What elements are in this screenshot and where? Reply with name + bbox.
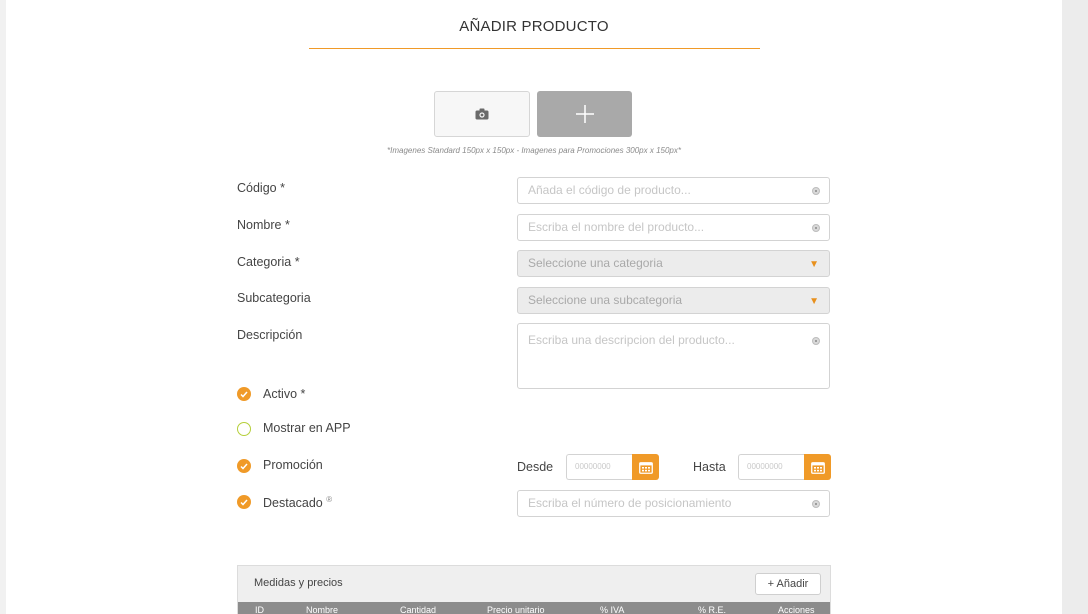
required-marker: * (284, 218, 290, 232)
clear-icon[interactable] (812, 499, 820, 508)
posicionamiento-input[interactable]: Escriba el número de posicionamiento (517, 490, 830, 517)
column-header-nombre[interactable]: Nombre (306, 605, 338, 614)
codigo-label-text: Código (237, 181, 277, 195)
descripcion-textarea[interactable]: Escriba una descripcion del producto... (517, 323, 830, 389)
destacado-label-text: Destacado (263, 496, 323, 511)
title-underline (309, 48, 760, 49)
desde-label: Desde (517, 460, 554, 474)
mostrar-app-checkbox[interactable] (237, 422, 251, 436)
column-header-id[interactable]: ID (255, 605, 264, 614)
page-scrollbar-area (1062, 0, 1088, 614)
subcategoria-label: Subcategoria (237, 291, 311, 305)
promocion-label: Promoción (263, 458, 323, 472)
categoria-label-text: Categoria (237, 255, 292, 269)
descripcion-label: Descripción (237, 328, 303, 342)
desde-date-input[interactable]: 00000000 (566, 454, 633, 480)
column-header-acciones[interactable]: Acciones (778, 605, 815, 614)
categoria-placeholder: Seleccione una categoria (528, 256, 663, 270)
promocion-checkbox[interactable] (237, 459, 251, 473)
column-header-re[interactable]: % R.E. (698, 605, 726, 614)
categoria-select[interactable]: Seleccione una categoria ▼ (517, 250, 830, 277)
nombre-placeholder: Escriba el nombre del producto... (528, 220, 705, 234)
required-marker: * (300, 387, 306, 401)
info-icon[interactable]: ® (326, 495, 332, 504)
add-measure-button[interactable]: + Añadir (755, 573, 821, 595)
dropdown-arrow-icon: ▼ (809, 259, 819, 270)
table-header-row: ID Nombre Cantidad Precio unitario % IVA… (238, 602, 830, 614)
categoria-label: Categoria * (237, 255, 300, 269)
page-title: AÑADIR PRODUCTO (459, 18, 609, 35)
dropdown-arrow-icon: ▼ (809, 296, 819, 307)
hasta-calendar-button[interactable] (804, 454, 831, 480)
destacado-checkbox[interactable] (237, 495, 251, 509)
descripcion-placeholder: Escriba una descripcion del producto... (528, 333, 735, 347)
image-size-hint: *Imagenes Standard 150px x 150px - Image… (387, 146, 681, 155)
check-icon (240, 463, 248, 470)
clear-icon[interactable] (812, 186, 820, 195)
calendar-icon (810, 461, 825, 474)
required-marker: * (294, 255, 300, 269)
column-header-cantidad[interactable]: Cantidad (400, 605, 436, 614)
hasta-label: Hasta (693, 460, 726, 474)
codigo-input[interactable]: Añada el código de producto... (517, 177, 830, 204)
mostrar-app-label: Mostrar en APP (263, 421, 351, 435)
add-image-button[interactable] (537, 91, 632, 137)
activo-label: Activo * (263, 387, 305, 401)
camera-icon (475, 108, 489, 120)
activo-checkbox[interactable] (237, 387, 251, 401)
desde-calendar-button[interactable] (632, 454, 659, 480)
subcategoria-select[interactable]: Seleccione una subcategoria ▼ (517, 287, 830, 314)
nombre-label: Nombre * (237, 218, 290, 232)
codigo-label: Código * (237, 181, 285, 195)
required-marker: * (280, 181, 285, 195)
subcategoria-placeholder: Seleccione una subcategoria (528, 293, 683, 307)
add-product-panel: AÑADIR PRODUCTO *Imagenes Standard 150px… (6, 0, 1062, 614)
codigo-placeholder: Añada el código de producto... (528, 183, 691, 197)
hasta-date-input[interactable]: 00000000 (738, 454, 805, 480)
medidas-precios-table: Medidas y precios + Añadir ID Nombre Can… (237, 565, 831, 614)
clear-icon[interactable] (812, 223, 820, 232)
posicionamiento-placeholder: Escriba el número de posicionamiento (528, 496, 732, 510)
table-title: Medidas y precios (254, 577, 343, 589)
column-header-precio-unitario[interactable]: Precio unitario (487, 605, 545, 614)
column-header-iva[interactable]: % IVA (600, 605, 624, 614)
check-icon (240, 499, 248, 506)
nombre-input[interactable]: Escriba el nombre del producto... (517, 214, 830, 241)
plus-icon (575, 105, 594, 123)
destacado-label: Destacado ® (263, 495, 332, 510)
upload-photo-button[interactable] (434, 91, 530, 137)
clear-icon[interactable] (812, 337, 820, 345)
activo-label-text: Activo (263, 387, 298, 401)
check-icon (240, 391, 248, 398)
nombre-label-text: Nombre (237, 218, 282, 232)
calendar-icon (638, 461, 653, 474)
